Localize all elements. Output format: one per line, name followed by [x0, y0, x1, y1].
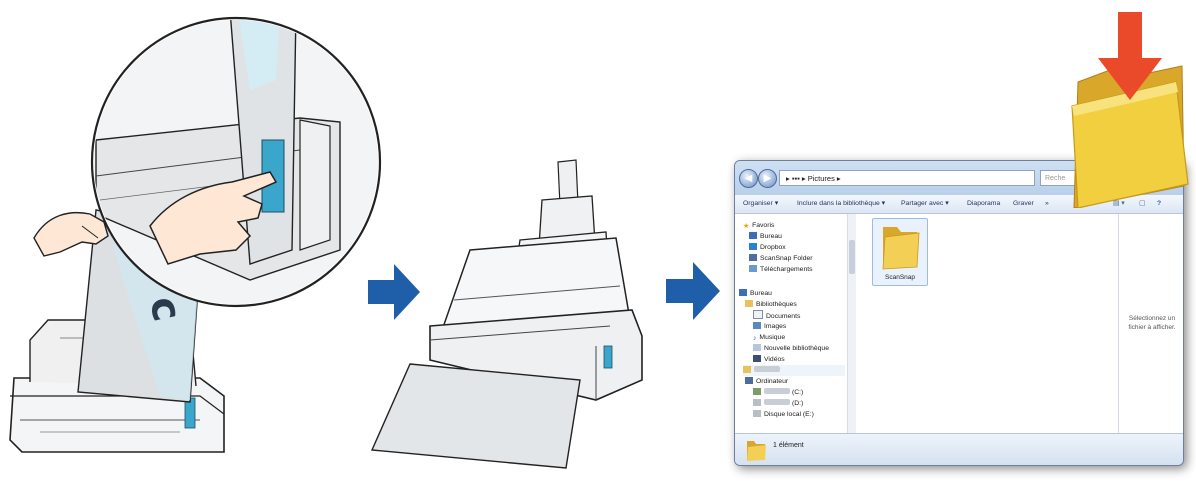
music-icon: ♪ — [753, 335, 757, 342]
scanner-insert-illustration: c — [9, 16, 382, 453]
preview-placeholder: Sélectionnez un fichier à afficher. — [1128, 315, 1176, 331]
downloads-icon — [749, 265, 757, 272]
nav-computer[interactable]: Ordinateur — [745, 376, 788, 387]
organize-menu[interactable]: Organiser ▾ — [743, 195, 778, 213]
video-icon — [753, 355, 761, 362]
slideshow-button[interactable]: Diaporama — [967, 195, 1000, 213]
nav-item-pictures[interactable]: Images — [753, 321, 786, 332]
burn-button[interactable]: Graver — [1013, 195, 1034, 213]
nav-item-videos[interactable]: Vidéos — [753, 354, 785, 365]
scansnap-folder-item[interactable]: ScanSnap — [872, 218, 928, 286]
item-count: 1 élément — [773, 442, 804, 449]
folder-name: ScanSnap — [885, 274, 915, 281]
nav-scrollbar[interactable] — [847, 214, 856, 433]
drive-icon — [753, 388, 761, 395]
user-folder-icon — [743, 366, 751, 373]
file-list: ScanSnap — [856, 214, 1118, 433]
more-menu[interactable]: » — [1045, 195, 1049, 213]
nav-item-music[interactable]: ♪ Musique — [753, 332, 785, 343]
pictures-icon — [753, 322, 761, 329]
computer-icon — [745, 377, 753, 384]
nav-scroll-thumb[interactable] — [849, 240, 855, 274]
nav-item-drive-e[interactable]: Disque local (E:) — [753, 409, 814, 420]
include-library-menu[interactable]: Inclure dans la bibliothèque ▾ — [797, 195, 885, 213]
folder-icon — [882, 227, 920, 270]
preview-pane: Sélectionnez un fichier à afficher. — [1118, 214, 1183, 433]
document-icon — [753, 310, 763, 319]
nav-favorites[interactable]: ★ Favoris — [743, 220, 774, 231]
nav-item-scansnap-folder[interactable]: ScanSnap Folder — [749, 253, 813, 264]
nav-item-drive-d[interactable]: (D:) — [753, 398, 803, 409]
star-icon: ★ — [743, 223, 750, 230]
nav-item-documents[interactable]: Documents — [753, 310, 800, 321]
redacted-username — [754, 366, 780, 372]
dropbox-icon — [749, 243, 757, 250]
nav-item-user-folder[interactable] — [743, 365, 845, 376]
nav-desktop-root[interactable]: Bureau — [739, 288, 772, 299]
back-arrow-icon[interactable]: ◀ — [739, 169, 758, 188]
nav-item-desktop[interactable]: Bureau — [749, 231, 782, 242]
scanner-feeding-illustration — [370, 159, 643, 469]
nav-item-downloads[interactable]: Téléchargements — [749, 264, 813, 275]
scansnap-icon — [749, 254, 757, 261]
save-to-folder-icon — [1071, 12, 1189, 208]
navigation-pane: ★ Favoris Bureau Dropbox ScanSnap Folder … — [735, 214, 848, 433]
nav-item-new-library[interactable]: Nouvelle bibliothèque — [753, 343, 829, 354]
address-bar[interactable]: ▸ ▪▪▪ ▸ Pictures ▸ — [779, 170, 1035, 186]
drive-icon — [753, 399, 761, 406]
forward-arrow-icon[interactable]: ▶ — [758, 169, 777, 188]
output-document — [370, 363, 581, 469]
status-bar: 1 élément — [735, 433, 1183, 465]
nav-libraries[interactable]: Bibliothèques — [745, 299, 797, 310]
step-arrow-2 — [666, 262, 720, 320]
drive-icon — [753, 410, 761, 417]
desktop-icon — [749, 232, 757, 239]
folder-icon — [747, 441, 766, 461]
nav-item-drive-c[interactable]: (C:) — [753, 387, 803, 398]
desktop-icon — [739, 289, 747, 296]
library-icon — [745, 300, 753, 307]
nav-item-dropbox[interactable]: Dropbox — [749, 242, 786, 253]
library-icon — [753, 344, 761, 351]
share-menu[interactable]: Partager avec ▾ — [901, 195, 949, 213]
